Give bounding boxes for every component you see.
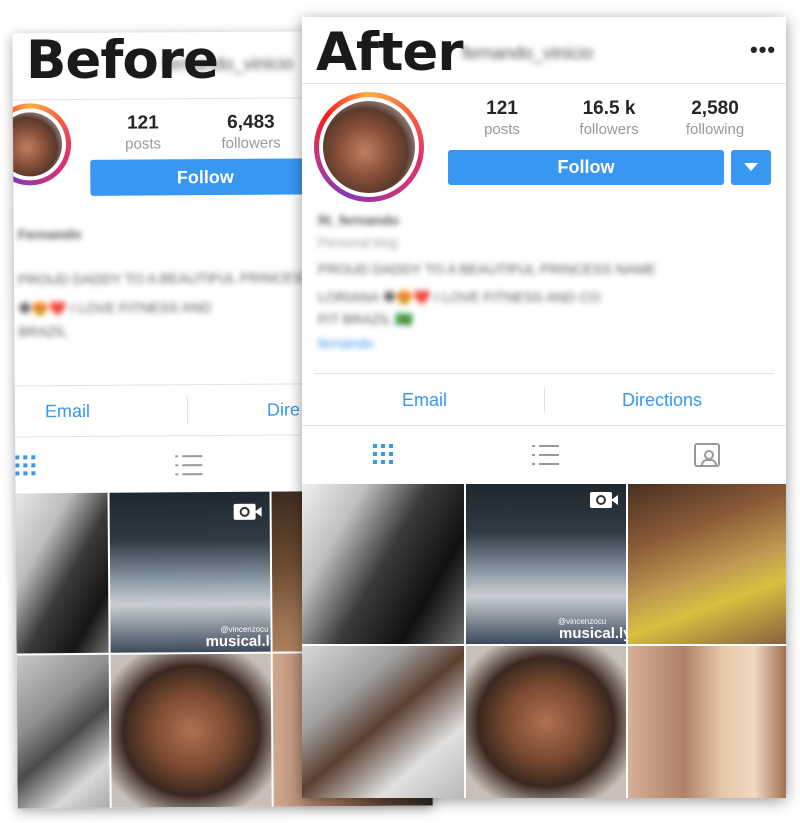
after-profile-screenshot: fernando_vinicio ••• 121 posts 16.5 k fo… [302,17,786,798]
before-bio-line-3: BRAZIL [18,323,68,340]
before-stat-followers[interactable]: 6,483 followers [206,111,296,152]
divider [544,387,545,413]
after-directions-button[interactable]: Directions [622,390,702,411]
after-heading: After [316,22,463,83]
after-bio-link[interactable]: fernando [318,335,373,351]
post-thumbnail-video[interactable]: @vincenzocu musical.ly [109,491,271,653]
grid-view-icon[interactable] [373,444,393,464]
divider [314,373,774,374]
tagged-icon[interactable] [694,443,720,467]
after-stat-following[interactable]: 2,580 following [670,98,760,138]
before-bio-line-1: PROUD DADDY TO A BEAUTIFUL PRINCESS [17,269,312,288]
divider [186,395,189,424]
after-avatar[interactable] [314,92,424,202]
post-thumbnail[interactable] [15,492,109,654]
post-thumbnail[interactable] [628,646,786,798]
musically-logo: musical.ly [559,625,626,642]
post-thumbnail[interactable] [302,646,464,798]
after-bio-line-3: FIT BRAZIL 🇧🇷 [318,311,413,327]
after-follow-button[interactable]: Follow [448,150,724,185]
video-icon [590,492,618,508]
after-email-button[interactable]: Email [402,390,447,411]
after-bio-category: Personal blog [318,235,398,250]
post-thumbnail[interactable] [466,646,626,798]
before-bio-line-2: 🏶😍❤️ I LOVE FITNESS AND [18,299,212,317]
list-view-icon[interactable] [175,455,203,482]
video-icon [233,503,256,520]
post-thumbnail[interactable] [110,653,272,808]
before-directions-button[interactable]: Dire [267,399,300,420]
before-follow-button[interactable]: Follow [90,158,321,196]
grid-view-icon[interactable] [15,455,36,476]
after-bio-name: fit_fernando [318,212,399,228]
after-bio-line-2: LORIANA 🏶😍❤️ I LOVE FITNESS AND CO [318,289,601,305]
list-view-icon[interactable] [532,445,559,472]
after-stat-followers[interactable]: 16.5 k followers [564,98,654,138]
musically-logo: musical.ly [205,632,271,651]
divider [302,425,786,426]
post-thumbnail-video[interactable]: @vincenzocu musical.ly [466,484,626,644]
dropdown-chevron-icon [744,163,758,171]
before-heading: Before [26,30,219,91]
before-avatar[interactable] [12,103,72,186]
before-stat-posts[interactable]: 121 posts [98,112,188,153]
post-thumbnail[interactable] [302,484,464,644]
more-options-icon[interactable]: ••• [750,37,776,63]
suggested-accounts-dropdown[interactable] [731,150,771,185]
before-email-button[interactable]: Email [45,401,90,422]
post-thumbnail[interactable] [16,654,110,809]
after-stat-posts[interactable]: 121 posts [457,98,547,138]
after-bio-line-1: PROUD DADDY TO A BEAUTIFUL PRINCESS NAME [318,261,656,277]
before-bio-name: Fernando [17,225,82,243]
after-username: fernando_vinicio [462,43,594,63]
post-thumbnail[interactable] [628,484,786,644]
